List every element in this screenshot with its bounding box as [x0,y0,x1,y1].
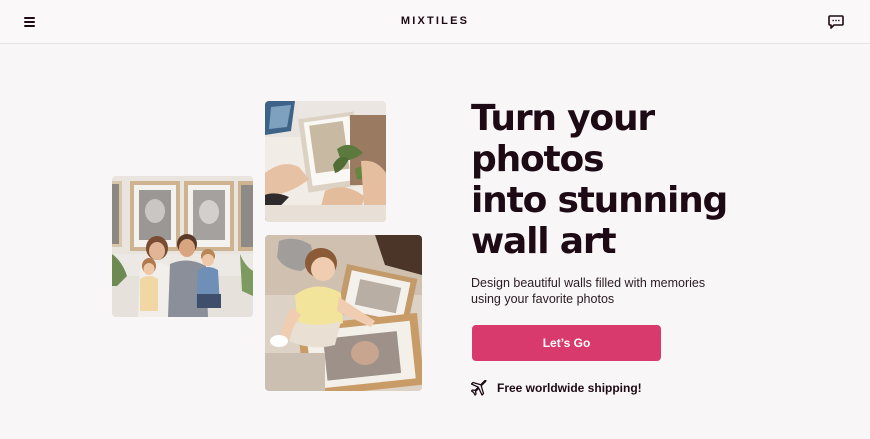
headline-line: photos [471,139,605,180]
brand-logo[interactable]: MIXTILES [0,15,870,27]
chat-bubble-icon[interactable] [827,14,845,30]
top-navigation-bar: MIXTILES [0,0,870,44]
hero-subtext: Design beautiful walls filled with memor… [471,276,706,306]
headline-line: wall art [471,221,617,262]
hands-with-prints-photo [265,101,386,222]
hero-headline: Turn your photos into stunning wall art [471,98,831,262]
airplane-icon [471,380,487,396]
shipping-note: Free worldwide shipping! [471,379,642,397]
headline-line: Turn your [471,98,655,139]
toddler-with-frames-photo [265,235,422,391]
shipping-text: Free worldwide shipping! [497,381,642,395]
lets-go-button[interactable]: Let’s Go [472,325,661,361]
headline-line: into stunning [471,180,728,221]
family-wall-photo [112,176,253,317]
